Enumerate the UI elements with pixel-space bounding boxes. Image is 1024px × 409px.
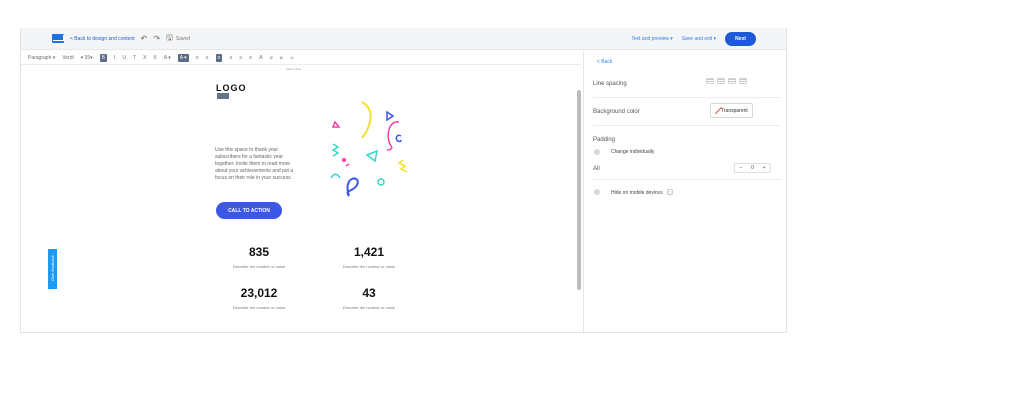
logo-edit-tag[interactable] <box>217 93 229 99</box>
text-format-toolbar: Paragraph ▾ Verdi ▾ 35▾ B I U T X X A ▾ … <box>21 51 581 65</box>
confetti-illustration <box>330 101 408 197</box>
mobile-device-icon: ▢ <box>666 189 673 195</box>
subscript-button[interactable]: X <box>143 55 146 61</box>
email-editor-window: < Back to design and content ↶ ↷ 🖫 Saved… <box>20 28 787 333</box>
superscript-button[interactable]: X <box>153 55 156 61</box>
background-color-picker[interactable]: Transparent <box>710 103 753 118</box>
padding-value[interactable]: 0 <box>751 165 754 171</box>
confetti-ring <box>361 101 372 139</box>
change-individually-label: Change individually <box>611 149 655 155</box>
confetti-pink-wave <box>345 163 350 167</box>
hide-mobile-toggle[interactable] <box>594 189 600 195</box>
top-bar: < Back to design and content ↶ ↷ 🖫 Saved… <box>21 28 786 50</box>
confetti-green-dash <box>330 173 341 179</box>
confetti-swirl <box>346 177 359 197</box>
next-button[interactable]: Next <box>725 32 756 46</box>
bulleted-list-button[interactable]: ≡ <box>196 55 199 61</box>
font-size-dropdown[interactable]: ▾ 35▾ <box>81 55 93 61</box>
line-spacing-options <box>706 78 747 84</box>
stat-desc-1[interactable]: Describe the number or value <box>214 264 304 269</box>
confetti-blue-c <box>395 134 402 143</box>
test-preview-dropdown[interactable]: Test and preview ▾ <box>631 36 672 42</box>
stat-desc-2[interactable]: Describe the number or value <box>324 264 414 269</box>
text-color-button[interactable]: A ▾ <box>164 55 171 61</box>
padding-label: Padding <box>593 137 616 143</box>
confetti-red-triangle <box>331 120 341 128</box>
panel-back-button[interactable]: < Back <box>597 59 612 65</box>
divider-3 <box>593 179 781 180</box>
undo-icon[interactable]: ↶ <box>141 34 148 43</box>
stat-desc-4[interactable]: Describe the number or value <box>324 305 414 310</box>
strikethrough-button[interactable]: T <box>133 55 136 61</box>
unlink-button[interactable]: ⌀ <box>280 55 283 61</box>
email-canvas: View online LOGO Use this space to thank… <box>21 65 581 332</box>
line-spacing-label: Line spacing <box>593 81 627 87</box>
save-exit-dropdown[interactable]: Save and exit ▾ <box>682 36 716 42</box>
background-color-label: Background color <box>593 109 640 115</box>
link-button[interactable]: ⌀ <box>270 55 273 61</box>
align-left-button[interactable]: ≡ <box>215 53 223 62</box>
padding-increase-icon[interactable]: + <box>763 165 766 171</box>
feedback-tab-label: Give feedback <box>50 255 55 281</box>
redo-icon[interactable]: ↷ <box>153 34 160 43</box>
align-right-button[interactable]: ≡ <box>239 55 242 61</box>
confetti-teal-ring <box>377 178 385 186</box>
save-status-icon: 🖫 <box>166 32 173 42</box>
feedback-tab[interactable]: Give feedback <box>48 249 57 289</box>
align-justify-button[interactable]: ≡ <box>249 55 252 61</box>
saved-status: Saved <box>175 35 191 42</box>
emoji-button[interactable]: ☺ <box>290 55 295 61</box>
stat-desc-3[interactable]: Describe the number or value <box>214 305 304 310</box>
font-family-dropdown[interactable]: Verdi <box>62 55 73 61</box>
divider-2 <box>593 125 781 126</box>
stat-value-2[interactable]: 1,421 <box>334 245 404 259</box>
confetti-dot <box>342 158 346 162</box>
email-body-text[interactable]: Use this space to thank your subscribers… <box>215 147 300 182</box>
confetti-green-zigzag <box>331 143 340 157</box>
line-spacing-option-2[interactable] <box>717 78 725 84</box>
mail-logo-icon <box>52 34 64 43</box>
underline-button[interactable]: U <box>122 55 126 61</box>
padding-decrease-icon[interactable]: − <box>739 165 742 171</box>
stat-value-4[interactable]: 43 <box>334 286 404 300</box>
canvas-scrollbar[interactable] <box>577 90 581 290</box>
change-individually-toggle[interactable] <box>594 149 600 155</box>
align-center-button[interactable]: ≡ <box>229 55 232 61</box>
transparent-label: Transparent <box>721 107 748 114</box>
numbered-list-button[interactable]: ≡ <box>206 55 209 61</box>
line-spacing-option-3[interactable] <box>728 78 736 84</box>
properties-panel: < Back Line spacing Background color Tra… <box>583 51 786 332</box>
clear-format-button[interactable]: A <box>259 55 262 61</box>
confetti-triangle-teal <box>365 149 379 163</box>
call-to-action-button[interactable]: CALL TO ACTION <box>216 202 282 219</box>
stat-value-1[interactable]: 835 <box>224 245 294 259</box>
padding-all-stepper[interactable]: − 0 + <box>734 163 771 173</box>
hide-mobile-label: Hide on mobile devices ▢ <box>611 189 673 196</box>
confetti-triangle-blue <box>386 110 395 122</box>
email-preview: LOGO Use this space to thank your subscr… <box>211 75 421 332</box>
top-actions: Test and preview ▾ Save and exit ▾ Next <box>631 32 756 46</box>
confetti-yellow-zigzag <box>397 159 408 173</box>
highlight-color-button[interactable]: A ▾ <box>177 53 189 62</box>
paragraph-style-dropdown[interactable]: Paragraph ▾ <box>28 55 55 61</box>
stat-value-3[interactable]: 23,012 <box>224 286 294 300</box>
line-spacing-option-1[interactable] <box>706 78 714 84</box>
line-spacing-option-4[interactable] <box>739 78 747 84</box>
all-padding-label: All <box>593 166 600 172</box>
logo-text[interactable]: LOGO <box>216 83 247 93</box>
back-to-design-button[interactable]: < Back to design and content <box>70 36 135 42</box>
italic-button[interactable]: I <box>114 55 115 61</box>
divider-1 <box>593 97 781 98</box>
view-online-link[interactable]: View online <box>286 67 301 71</box>
bold-button[interactable]: B <box>99 53 107 62</box>
